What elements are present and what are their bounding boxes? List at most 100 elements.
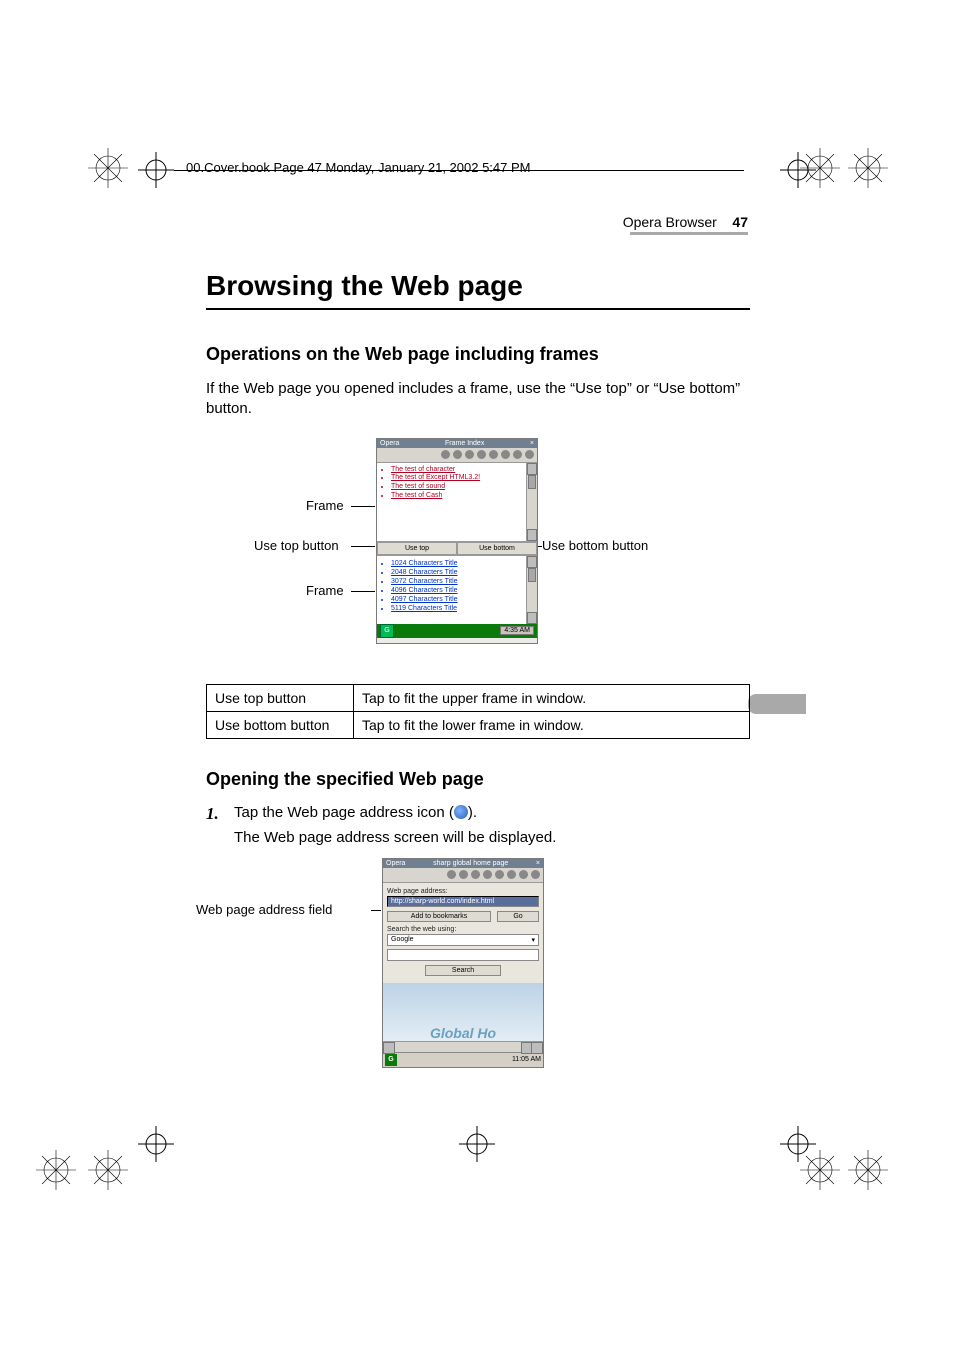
content: Browsing the Web page Operations on the … [206,270,750,1078]
table-cell: Tap to fit the lower frame in window. [354,711,750,738]
frame-link[interactable]: The test of character [391,466,533,475]
burst-icon [34,1148,78,1192]
use-bottom-button[interactable]: Use bottom [457,542,537,555]
burst-icon [86,146,130,190]
toolbar-icon[interactable] [507,870,516,879]
horizontal-scrollbar[interactable] [383,1041,543,1052]
frame-link[interactable]: The test of sound [391,483,533,492]
vertical-scrollbar[interactable] [526,463,537,541]
scroll-down-icon[interactable] [527,529,537,541]
callout-frame-upper: Frame [306,498,344,513]
step-result: The Web page address screen will be disp… [234,829,556,846]
step-text-after: ). [468,804,477,821]
clock: 4:35 AM [500,626,534,635]
table-row: Use bottom button Tap to fit the lower f… [207,711,750,738]
toolbar-icon[interactable] [531,870,540,879]
clock: 11:05 AM [512,1056,541,1063]
page-preview: Global Ho [383,983,543,1041]
thumb-tab [748,694,806,714]
address-label: Web page address: [387,888,539,895]
crop-mark-icon [138,1126,174,1162]
start-button[interactable]: G [380,624,394,638]
table-cell: Use bottom button [207,711,354,738]
search-engine-select[interactable]: Google ▾ [387,934,539,946]
toolbar-icon[interactable] [525,450,534,459]
toolbar-icon[interactable] [447,870,456,879]
taskbar: G 4:35 AM [377,624,537,638]
toolbar-icon[interactable] [477,450,486,459]
go-button[interactable]: Go [497,911,539,922]
title-rule [206,308,750,310]
add-bookmark-button[interactable]: Add to bookmarks [387,911,491,922]
burst-icon [798,1148,842,1192]
scroll-left-icon[interactable] [383,1042,395,1054]
search-label: Search the web using: [387,926,539,933]
callout-address-field: Web page address field [196,902,332,917]
paragraph-frames: If the Web page you opened includes a fr… [206,379,750,420]
toolbar-icon[interactable] [519,870,528,879]
scroll-thumb[interactable] [528,475,536,489]
screenshot-opera-address: Opera sharp global home page × Web page … [382,858,544,1068]
scroll-up-icon[interactable] [527,463,537,475]
address-input[interactable]: http://sharp-world.com/index.html [387,896,539,907]
frame-link[interactable]: 5119 Characters Title [391,604,533,613]
burst-icon [86,1148,130,1192]
figure-frames: Frame Use top button Frame Use bottom bu… [206,438,750,654]
lower-frame: 1024 Characters Title 2048 Characters Ti… [377,556,537,624]
titlebar-page: Frame Index [445,440,484,447]
address-panel: Web page address: http://sharp-world.com… [383,883,543,983]
titlebar-app: Opera [380,440,399,447]
taskbar: G 11:05 AM [383,1052,543,1067]
toolbar-icon[interactable] [495,870,504,879]
scroll-thumb[interactable] [528,568,536,582]
callout-use-bottom: Use bottom button [542,538,648,553]
toolbar-icon[interactable] [465,450,474,459]
toolbar-icon[interactable] [441,450,450,459]
toolbar-icon[interactable] [471,870,480,879]
frame-link[interactable]: 2048 Characters Title [391,568,533,577]
search-input[interactable] [387,949,539,961]
toolbar-icon[interactable] [459,870,468,879]
globe-icon [454,805,468,819]
toolbar-icon[interactable] [483,870,492,879]
frame-link[interactable]: 1024 Characters Title [391,559,533,568]
burst-icon [846,146,890,190]
search-button[interactable]: Search [425,965,501,976]
frame-link[interactable]: 3072 Characters Title [391,577,533,586]
scroll-right-icon[interactable] [531,1042,543,1054]
upper-frame: The test of character The test of Except… [377,463,537,542]
close-icon[interactable]: × [536,860,540,867]
scroll-up-icon[interactable] [527,556,537,568]
toolbar-icon[interactable] [501,450,510,459]
use-top-button[interactable]: Use top [377,542,457,555]
callout-frame-lower: Frame [306,583,344,598]
table-cell: Use top button [207,684,354,711]
step-text: Tap the Web page address icon (). The We… [234,804,750,846]
frame-link[interactable]: The test of Except HTML3.2! [391,474,533,483]
page-number: 47 [732,214,748,230]
toolbar-icon[interactable] [453,450,462,459]
screenshot-titlebar: Opera Frame Index × [377,439,537,448]
running-header-section: Opera Browser [623,214,717,230]
page-title: Browsing the Web page [206,270,750,302]
button-description-table: Use top button Tap to fit the upper fram… [206,684,750,739]
frame-link[interactable]: The test of Cash [391,492,533,501]
running-header: Opera Browser 47 [623,214,748,230]
scroll-down-icon[interactable] [527,612,537,624]
step-number: 1. [206,804,224,846]
subheading-frames: Operations on the Web page including fra… [206,344,750,365]
vertical-scrollbar[interactable] [526,556,537,624]
preview-text: Global Ho [430,1025,496,1041]
chevron-down-icon: ▾ [531,936,535,944]
close-icon[interactable]: × [530,440,534,447]
frame-link[interactable]: 4097 Characters Title [391,595,533,604]
frame-link[interactable]: 4096 Characters Title [391,586,533,595]
running-header-rule [630,232,748,235]
crop-mark-icon [459,1126,495,1162]
toolbar-icon[interactable] [513,450,522,459]
crop-mark-icon [138,152,174,188]
leader-line [351,591,375,592]
start-button[interactable]: G [385,1054,397,1066]
callout-use-top: Use top button [254,538,339,553]
toolbar-icon[interactable] [489,450,498,459]
